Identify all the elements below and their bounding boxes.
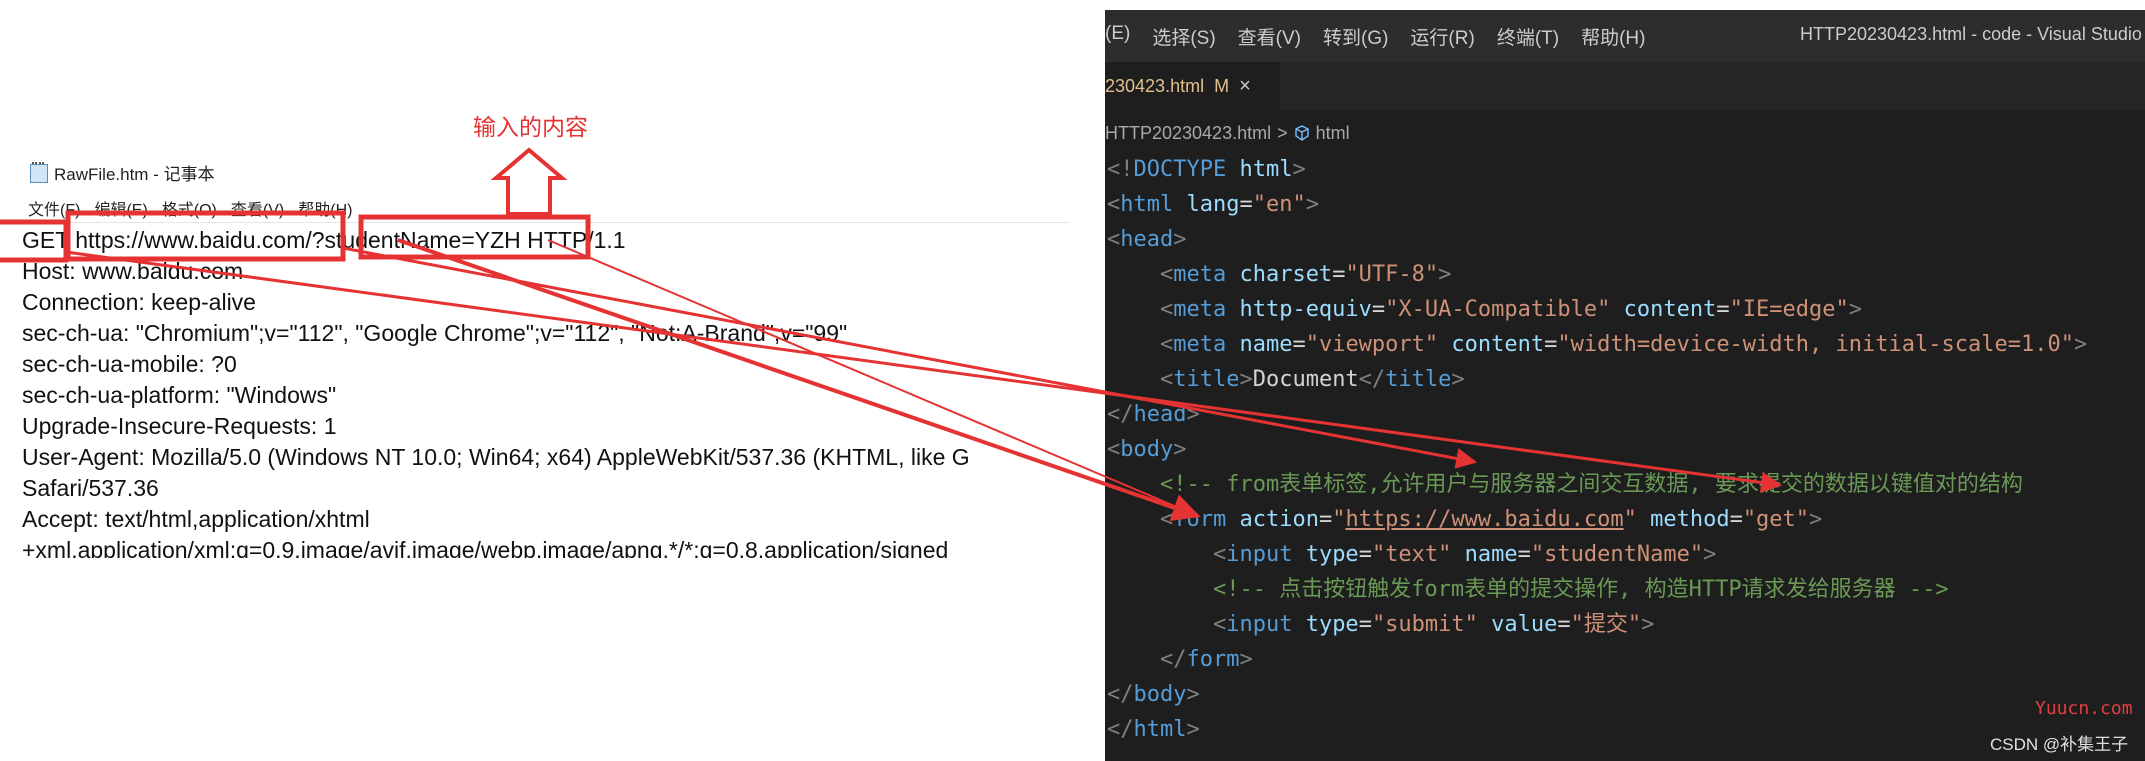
code-line: <body> [1107,437,1187,462]
menu-view[interactable]: 查看(V) [231,196,284,220]
vscode-titlebar: (E) 选择(S) 查看(V) 转到(G) 运行(R) 终端(T) 帮助(H) … [1105,10,2145,62]
notepad-title: RawFile.htm - 记事本 [54,164,215,184]
header-sec-ch-ua-mobile: sec-ch-ua-mobile: ?0 [22,351,237,377]
code-line: <meta charset="UTF-8"> [1159,262,1452,287]
vs-menu-selection[interactable]: 选择(S) [1152,23,1215,50]
vs-menu-edit[interactable]: (E) [1105,23,1130,50]
code-line: </body> [1107,682,1200,707]
code-line: <head> [1107,227,1187,252]
menu-edit[interactable]: 编辑(E) [94,196,147,220]
tab-filename: 230423.html [1105,75,1205,96]
menu-help[interactable]: 帮助(H) [298,196,352,220]
code-line: </head> [1107,402,1200,427]
watermark-site: Yuucn.com [2035,698,2133,719]
symbol-cube-icon [1294,125,1309,141]
vs-menu-view[interactable]: 查看(V) [1238,23,1301,50]
request-line: GET https://www.baidu.com/?studentName=Y… [22,227,626,253]
code-line: <!-- 点击按钮触发form表单的提交操作, 构造HTTP请求发给服务器 --… [1212,577,1949,602]
header-host: Host: www.baidu.com [22,258,244,284]
header-accept-cont: +xml,application/xml;q=0.9,image/avif,im… [22,537,949,558]
vscode-menubar: (E) 选择(S) 查看(V) 转到(G) 运行(R) 终端(T) 帮助(H) [1105,23,1645,50]
code-line: <meta name="viewport" content="width=dev… [1159,332,2088,357]
code-line: </form> [1159,647,1253,672]
breadcrumb-file[interactable]: HTTP20230423.html [1105,123,1271,144]
menu-format[interactable]: 格式(O) [162,196,217,220]
code-line: <form action="https://www.baidu.com" met… [1159,507,1823,532]
form-action-link[interactable]: https://www.baidu.com [1345,507,1623,532]
code-editor[interactable]: <!DOCTYPE html> <html lang="en"> <head> … [1107,152,2145,747]
header-connection: Connection: keep-alive [22,289,256,315]
vs-menu-run[interactable]: 运行(R) [1410,23,1474,50]
code-line: <title>Document</title> [1159,367,1465,392]
header-upgrade-insecure: Upgrade-Insecure-Requests: 1 [22,413,337,439]
watermark-author: CSDN @补集王子 [1990,735,2129,754]
close-icon[interactable]: × [1239,75,1251,98]
header-sec-ch-ua: sec-ch-ua: "Chromium";v="112", "Google C… [22,320,848,346]
breadcrumb: HTTP20230423.html > html [1105,118,1350,148]
annotation-label: 输入的内容 [473,115,588,141]
vscode-window: (E) 选择(S) 查看(V) 转到(G) 运行(R) 终端(T) 帮助(H) … [1105,10,2145,761]
notepad-text-area[interactable]: GET https://www.baidu.com/?studentName=Y… [22,225,1067,558]
header-user-agent-cont: Safari/537.36 [22,475,159,501]
breadcrumb-symbol[interactable]: html [1316,123,1350,144]
header-accept: Accept: text/html,application/xhtml [22,506,370,532]
menu-file[interactable]: 文件(F) [28,196,80,220]
editor-tab[interactable]: 230423.html M × [1105,62,1280,110]
vscode-window-title: HTTP20230423.html - code - Visual Studio… [1800,24,2145,44]
header-sec-ch-ua-platform: sec-ch-ua-platform: "Windows" [22,382,337,408]
code-line: <input type="submit" value="提交"> [1212,612,1655,637]
tab-modified-badge: M [1214,75,1230,96]
code-line: <meta http-equiv="X-UA-Compatible" conte… [1159,297,1863,322]
notepad-menubar: 文件(F) 编辑(E) 格式(O) 查看(V) 帮助(H) [28,196,1068,220]
breadcrumb-separator: > [1277,122,1288,143]
code-line: <!DOCTYPE html> [1107,157,1306,182]
code-line: <html lang="en"> [1107,192,1319,217]
vs-menu-terminal[interactable]: 终端(T) [1497,23,1559,50]
vs-menu-help[interactable]: 帮助(H) [1581,23,1645,50]
header-user-agent: User-Agent: Mozilla/5.0 (Windows NT 10.0… [22,444,970,470]
notepad-titlebar: RawFile.htm - 记事本 [28,158,215,186]
vscode-tabbar: 230423.html M × [1105,62,2145,110]
vs-menu-goto[interactable]: 转到(G) [1323,23,1388,50]
code-line: <input type="text" name="studentName"> [1212,542,1717,567]
code-line: <!-- from表单标签,允许用户与服务器之间交互数据, 要求提交的数据以键值… [1159,472,2023,497]
notepad-divider [0,222,1070,223]
notepad-icon [28,162,48,183]
